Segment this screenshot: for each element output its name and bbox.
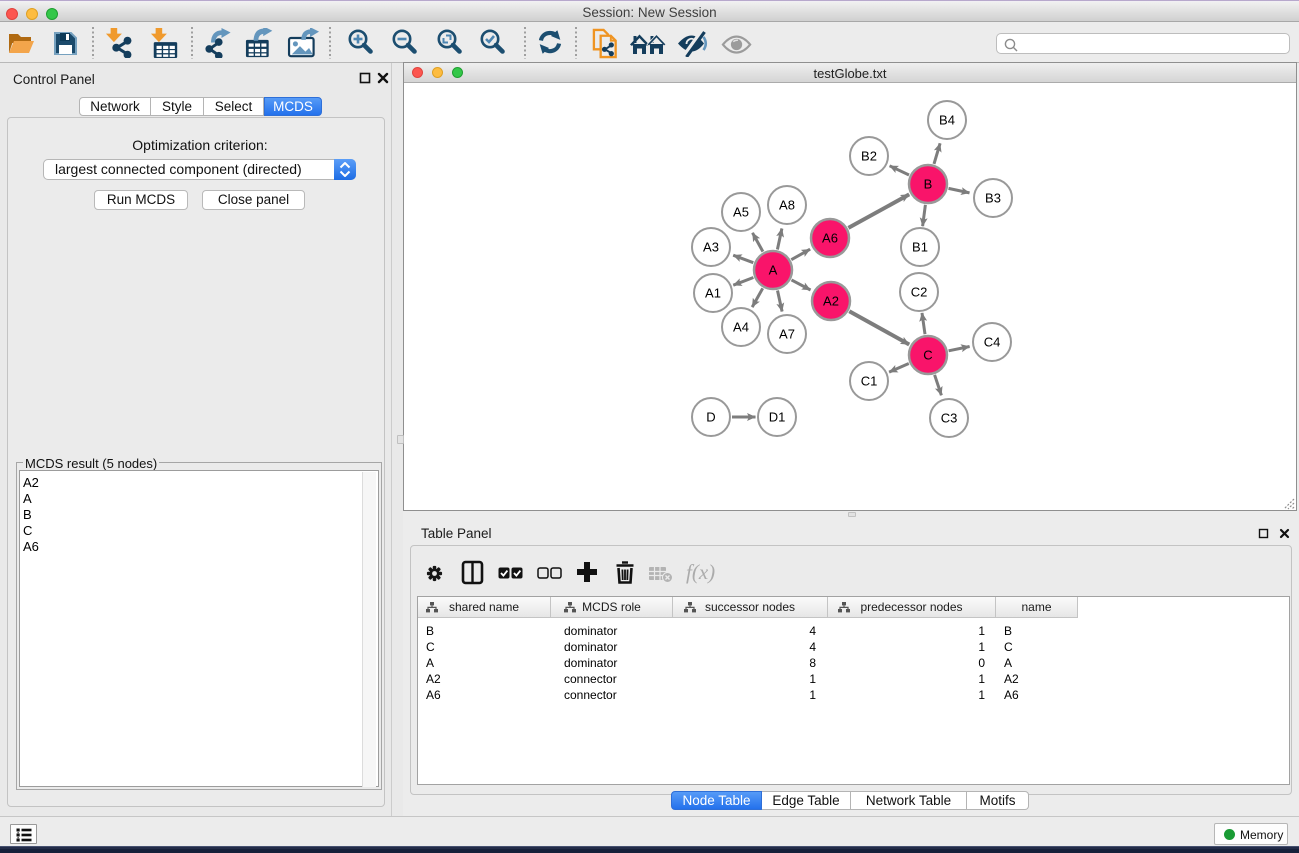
svg-text:A7: A7 [779,327,795,342]
svg-text:B: B [924,177,933,192]
svg-text:B3: B3 [985,191,1001,206]
svg-text:A8: A8 [779,198,795,213]
svg-text:A: A [769,263,778,278]
svg-text:A2: A2 [823,294,839,309]
svg-text:C1: C1 [861,374,878,389]
svg-text:B1: B1 [912,240,928,255]
svg-text:C3: C3 [941,411,958,426]
svg-text:A4: A4 [733,320,749,335]
svg-text:A5: A5 [733,205,749,220]
svg-text:A3: A3 [703,240,719,255]
svg-text:B2: B2 [861,149,877,164]
svg-text:C: C [923,348,932,363]
svg-text:D1: D1 [769,410,786,425]
svg-text:B4: B4 [939,113,955,128]
svg-text:A1: A1 [705,286,721,301]
svg-text:C4: C4 [984,335,1001,350]
svg-text:C2: C2 [911,285,928,300]
svg-text:A6: A6 [822,231,838,246]
svg-text:D: D [706,410,715,425]
